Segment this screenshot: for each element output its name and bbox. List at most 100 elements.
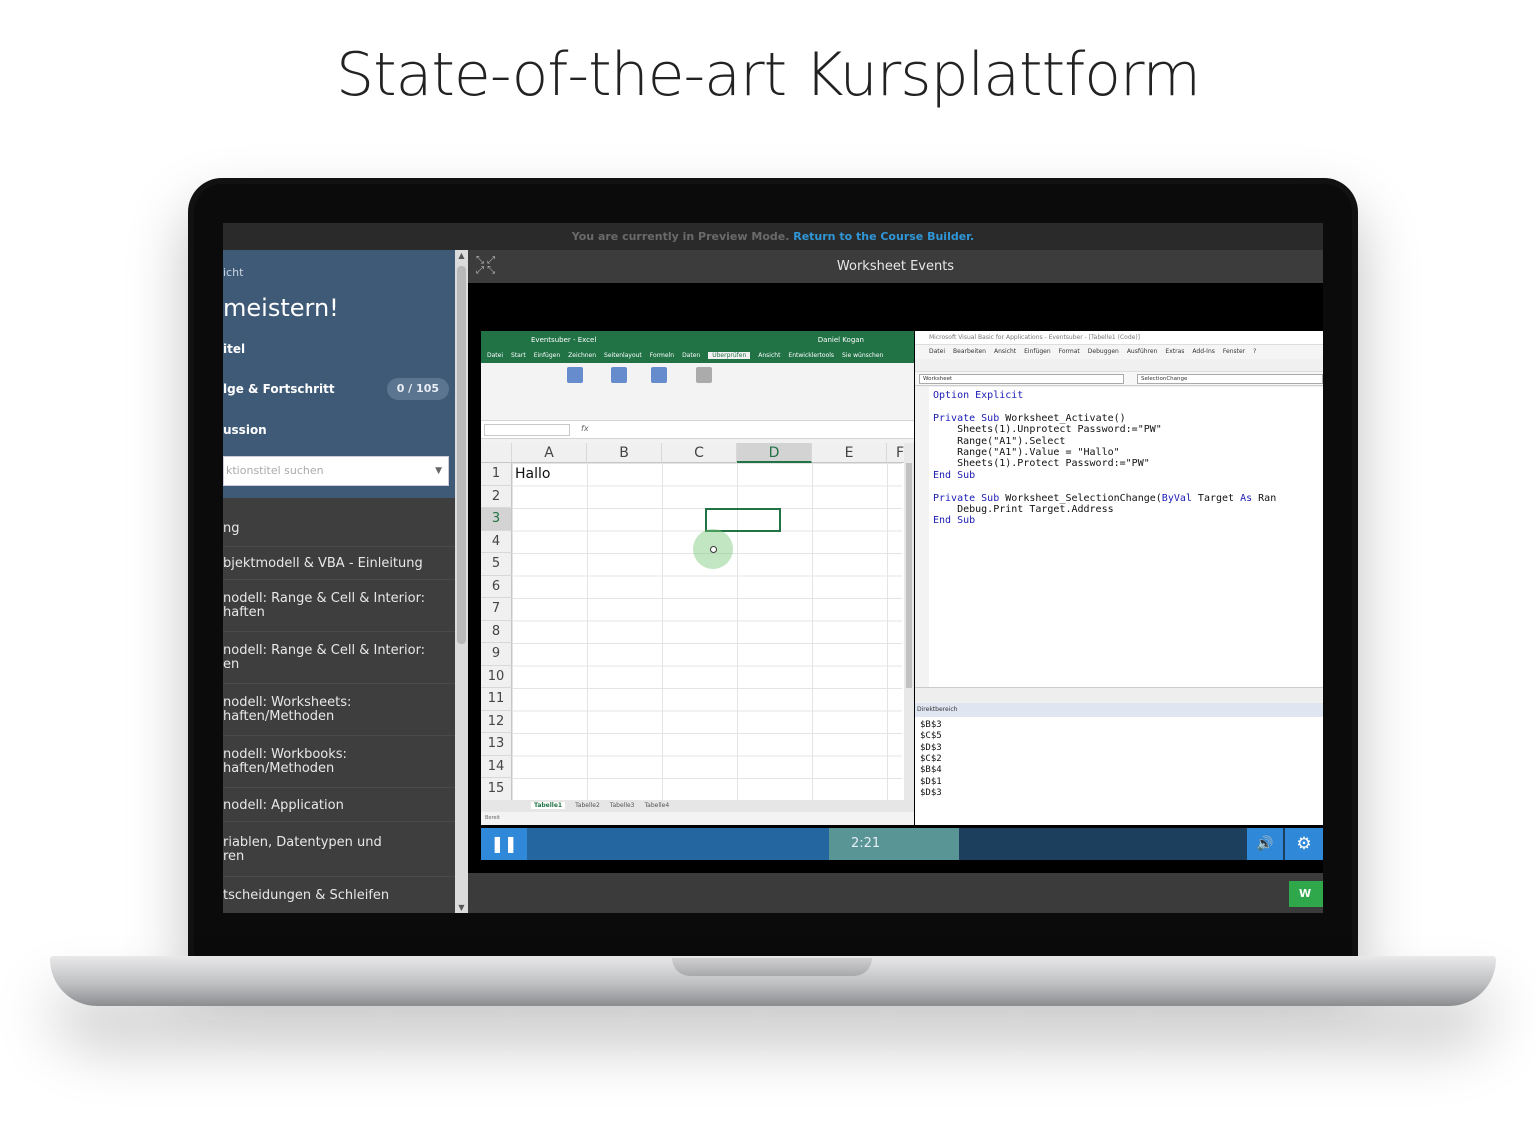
progress-played[interactable] [527, 828, 829, 860]
row-header[interactable]: 12 [481, 710, 512, 733]
column-header[interactable]: E [812, 443, 887, 463]
sheet-tab[interactable]: Tabelle3 [610, 802, 635, 809]
lesson-label: ng [223, 520, 240, 536]
vba-menu-item[interactable]: Extras [1165, 348, 1184, 355]
sheet-tab[interactable]: Tabelle2 [575, 802, 600, 809]
lesson-item[interactable]: nodell: Workbooks: haften/Methoden [223, 736, 455, 788]
vba-menu-item[interactable]: Ausführen [1127, 348, 1158, 355]
row-header[interactable]: 4 [481, 530, 512, 553]
sheet-tab[interactable]: Tabelle4 [645, 802, 670, 809]
code-line: Private Sub Worksheet_Activate() [933, 412, 1126, 424]
ribbon-tab[interactable]: Entwicklertools [788, 352, 834, 359]
lesson-search-input[interactable]: ktionstitel suchen ▼ [223, 456, 449, 486]
ribbon-tab[interactable]: Überprüfen [708, 352, 751, 359]
vba-menu-item[interactable]: Einfügen [1024, 348, 1050, 355]
lesson-item[interactable]: nodell: Range & Cell & Interior: en [223, 632, 455, 684]
row-header[interactable]: 1 [481, 463, 512, 486]
ribbon-tab[interactable]: Seitenlayout [604, 352, 642, 359]
column-header[interactable]: D [737, 443, 812, 463]
sidebar-scrollbar[interactable]: ▲ ▼ [455, 250, 468, 913]
ribbon-tab[interactable]: Zeichnen [568, 352, 596, 359]
vba-menu-item[interactable]: Ansicht [994, 348, 1016, 355]
lesson-item[interactable]: nodell: Worksheets: haften/Methoden [223, 684, 455, 736]
excel-vertical-scrollbar[interactable] [904, 443, 914, 800]
vba-menu-item[interactable]: Debuggen [1088, 348, 1119, 355]
lesson-label: haften [223, 605, 265, 620]
lesson-item[interactable]: riablen, Datentypen und ren [223, 822, 455, 877]
object-combo[interactable]: Worksheet [919, 374, 1124, 384]
progress-buffered[interactable] [829, 828, 959, 860]
column-header[interactable]: A [512, 443, 587, 463]
lesson-label: riablen, Datentypen und [223, 834, 382, 850]
row-header[interactable]: 5 [481, 553, 512, 576]
return-to-course-builder-link[interactable]: Return to the Course Builder. [793, 230, 974, 243]
pause-button[interactable]: ❚❚ [481, 828, 527, 860]
vba-menu-item[interactable]: Datei [929, 348, 945, 355]
ribbon-tab[interactable]: Formeln [650, 352, 674, 359]
column-header[interactable]: B [587, 443, 662, 463]
code-horizontal-scrollbar[interactable] [915, 687, 1323, 701]
lesson-item[interactable]: nodell: Range & Cell & Interior: haften [223, 580, 455, 632]
immediate-window[interactable]: $B$3 $C$5 $D$3 $C$2 $B$4 $D$1 $D$3 [915, 717, 1323, 825]
volume-icon[interactable]: 🔊 [1247, 828, 1283, 860]
lesson-item[interactable]: ng [223, 510, 455, 547]
vba-menu-item[interactable]: Add-Ins [1192, 348, 1214, 355]
cell-a1[interactable]: Hallo [515, 466, 550, 482]
lesson-item[interactable]: tscheidungen & Schleifen [223, 877, 455, 913]
excel-ribbon-tabs: Datei Start Einfügen Zeichnen Seitenlayout Fo… [481, 349, 914, 363]
lesson-label: haften/Methoden [223, 709, 335, 724]
lesson-label: nodell: Range & Cell & Interior: [223, 643, 426, 658]
name-box[interactable] [484, 424, 570, 436]
scroll-down-icon[interactable]: ▼ [455, 903, 468, 912]
row-header[interactable]: 8 [481, 620, 512, 643]
vba-menu-item[interactable]: Format [1059, 348, 1080, 355]
code-line: Option Explicit [933, 390, 1024, 401]
vba-menu-item[interactable]: Fenster [1223, 348, 1245, 355]
settings-gear-icon[interactable]: ⚙ [1285, 828, 1323, 860]
excel-title-bar: Eventsuber - Excel Daniel Kogan [481, 331, 914, 349]
vba-menu-bar: Datei Bearbeiten Ansicht Einfügen Format Debu… [915, 345, 1323, 359]
video-frame[interactable]: Eventsuber - Excel Daniel Kogan Datei Sta… [468, 283, 1323, 873]
lesson-item[interactable]: nodell: Application [223, 789, 455, 822]
lesson-label: ren [223, 848, 245, 864]
code-line: End Sub [933, 469, 976, 481]
row-header[interactable]: 10 [481, 665, 512, 688]
ribbon-tab[interactable]: Ansicht [758, 352, 780, 359]
lesson-item[interactable]: bjektmodell & VBA - Einleitung [223, 547, 455, 580]
ribbon-tab[interactable]: Start [511, 352, 526, 359]
spreadsheet-grid[interactable]: Hallo A B C D E F 1 2 3 4 5 6 7 8 9 10 11 12 13 14 15 [481, 443, 914, 801]
code-line: Sheets(1).Unprotect Password:="PW" [933, 424, 1162, 436]
scrollbar-thumb[interactable] [457, 266, 466, 644]
select-all-corner[interactable] [481, 443, 512, 463]
row-header[interactable]: 11 [481, 688, 512, 711]
sidebar-item-title[interactable]: itel [223, 330, 455, 368]
ribbon-tab[interactable]: Daten [682, 352, 700, 359]
scroll-up-icon[interactable]: ▲ [455, 251, 468, 260]
vba-menu-item[interactable]: ? [1253, 348, 1256, 355]
row-header[interactable]: 2 [481, 485, 512, 508]
ribbon-tab[interactable]: Einfügen [534, 352, 560, 359]
vba-menu-item[interactable]: Bearbeiten [953, 348, 986, 355]
code-pane[interactable]: Option Explicit Private Sub Worksheet_Act… [915, 387, 1323, 687]
row-header[interactable]: 3 [481, 508, 512, 531]
sidebar-item-progress[interactable]: lge & Fortschritt 0 / 105 [223, 370, 455, 408]
formula-bar[interactable]: fx [481, 421, 914, 439]
player-footer: W [468, 873, 1323, 913]
column-header[interactable]: C [662, 443, 737, 463]
code-line: Debug.Print Target.Address [933, 504, 1114, 515]
row-header[interactable]: 9 [481, 643, 512, 666]
row-header[interactable]: 15 [481, 778, 512, 801]
immediate-output-line: $B$4 [920, 765, 942, 776]
ribbon-tab[interactable]: Sie wünschen [842, 352, 883, 359]
sheet-tab[interactable]: Tabelle1 [531, 802, 566, 809]
sidebar-breadcrumb[interactable]: icht [223, 266, 243, 279]
procedure-combo[interactable]: SelectionChange [1137, 374, 1323, 384]
ribbon-tab[interactable]: Datei [487, 352, 503, 359]
row-header[interactable]: 6 [481, 575, 512, 598]
course-title: meistern! [223, 294, 339, 322]
complete-continue-button[interactable]: W [1289, 881, 1323, 907]
row-header[interactable]: 7 [481, 598, 512, 621]
row-header[interactable]: 14 [481, 755, 512, 778]
row-header[interactable]: 13 [481, 733, 512, 756]
sidebar-item-discussion[interactable]: ussion [223, 411, 455, 449]
